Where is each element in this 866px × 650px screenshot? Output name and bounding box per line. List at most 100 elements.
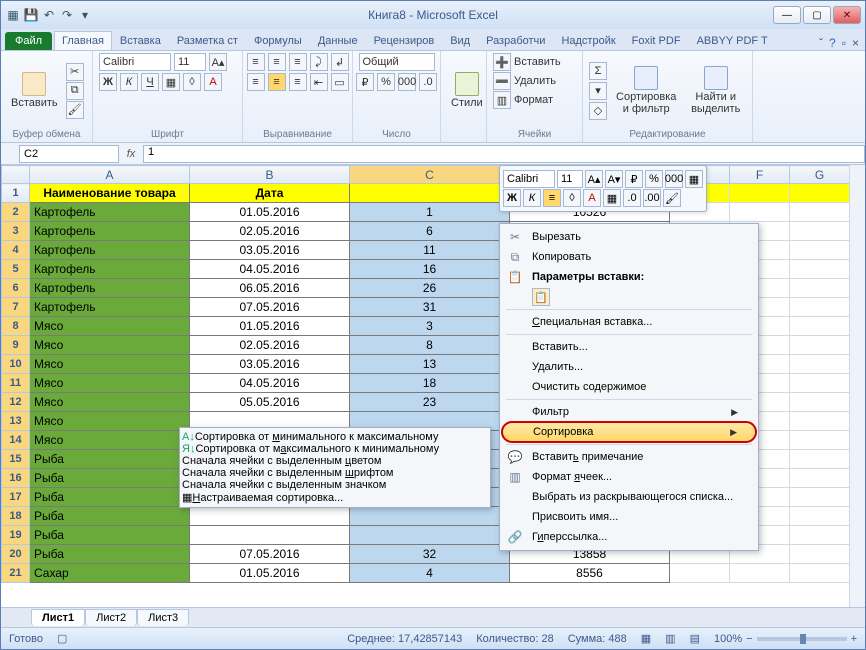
cell[interactable]: 26 — [350, 279, 510, 298]
ctx-pick-from-list[interactable]: Выбрать из раскрывающегося списка... — [502, 487, 756, 507]
number-format-combo[interactable]: Общий — [359, 53, 435, 71]
cell[interactable] — [790, 564, 850, 583]
cell[interactable]: Рыба — [30, 507, 190, 526]
cell[interactable]: 18 — [350, 374, 510, 393]
ctx-paste-special[interactable]: Специальная вставка... — [502, 312, 756, 332]
mini-font-combo[interactable]: Calibri — [503, 170, 555, 188]
cell[interactable] — [730, 564, 790, 583]
sheet-tab[interactable]: Лист2 — [85, 609, 137, 626]
ribbon-tab[interactable]: Рецензиров — [366, 31, 443, 50]
cell[interactable]: Сахар — [30, 564, 190, 583]
mini-percent-icon[interactable]: % — [645, 170, 663, 188]
sort-desc[interactable]: Я↓Сортировка от максимального к минималь… — [182, 443, 488, 455]
indent-dec-icon[interactable]: ⇤ — [310, 73, 328, 91]
cell[interactable]: Мясо — [30, 374, 190, 393]
cell[interactable]: Картофель — [30, 222, 190, 241]
row-header[interactable]: 16 — [2, 469, 30, 488]
ctx-paste-option[interactable]: 📋 — [502, 287, 756, 307]
merge-icon[interactable]: ▭ — [331, 73, 349, 91]
row-header[interactable]: 12 — [2, 393, 30, 412]
sort-filter-button[interactable]: Сортировка и фильтр — [611, 64, 681, 117]
sort-by-color[interactable]: Сначала ячейки с выделенным цветом — [182, 455, 488, 467]
paste-button[interactable]: Вставить — [7, 70, 62, 111]
row-header[interactable]: 6 — [2, 279, 30, 298]
cell[interactable]: 8556 — [510, 564, 670, 583]
cell[interactable] — [790, 431, 850, 450]
sort-custom[interactable]: ▦Настраиваемая сортировка... — [182, 491, 488, 504]
cell[interactable]: 04.05.2016 — [190, 260, 350, 279]
qat-more-icon[interactable]: ▾ — [77, 7, 93, 23]
sort-by-icon[interactable]: Сначала ячейки с выделенным значком — [182, 479, 488, 491]
ctx-define-name[interactable]: Присвоить имя... — [502, 507, 756, 527]
delete-cells-button[interactable]: ➖Удалить — [493, 72, 556, 90]
cell[interactable] — [350, 507, 510, 526]
cell[interactable] — [790, 279, 850, 298]
cell[interactable] — [790, 545, 850, 564]
row-header[interactable]: 3 — [2, 222, 30, 241]
cell[interactable]: Картофель — [30, 298, 190, 317]
column-header[interactable]: A — [30, 166, 190, 184]
cell[interactable]: 6 — [350, 222, 510, 241]
row-header[interactable]: 13 — [2, 412, 30, 431]
align-center-icon[interactable]: ≡ — [268, 73, 286, 91]
row-header[interactable]: 2 — [2, 203, 30, 222]
row-header[interactable]: 17 — [2, 488, 30, 507]
ribbon-tab[interactable]: Разработчи — [478, 31, 553, 50]
font-name-combo[interactable]: Calibri — [99, 53, 171, 71]
save-icon[interactable]: 💾 — [23, 7, 39, 23]
cell[interactable]: Мясо — [30, 317, 190, 336]
cell[interactable]: Рыба — [30, 526, 190, 545]
align-left-icon[interactable]: ≡ — [247, 73, 265, 91]
font-size-combo[interactable]: 11 — [174, 53, 206, 71]
fill-icon[interactable]: ▾ — [589, 82, 607, 100]
column-header[interactable]: B — [190, 166, 350, 184]
styles-button[interactable]: Стили — [447, 70, 487, 111]
mini-fontcolor-icon[interactable]: A — [583, 189, 601, 207]
align-mid-icon[interactable]: ≡ — [268, 53, 286, 71]
clear-icon[interactable]: ◇ — [589, 102, 607, 120]
cell[interactable]: 01.05.2016 — [190, 564, 350, 583]
currency-icon[interactable]: ₽ — [356, 73, 374, 91]
maximize-button[interactable]: ▢ — [803, 6, 831, 24]
mini-currency-icon[interactable]: ₽ — [625, 170, 643, 188]
cell[interactable]: Мясо — [30, 393, 190, 412]
row-header[interactable]: 14 — [2, 431, 30, 450]
ribbon-tab[interactable]: Главная — [54, 31, 112, 50]
cell[interactable]: 03.05.2016 — [190, 355, 350, 374]
underline-icon[interactable]: Ч — [141, 73, 159, 91]
cell[interactable] — [790, 184, 850, 203]
cell[interactable]: 05.05.2016 — [190, 393, 350, 412]
font-color-icon[interactable]: A — [204, 73, 222, 91]
ribbon-tab[interactable]: ABBYY PDF T — [689, 31, 776, 50]
fx-icon[interactable]: fx — [119, 148, 143, 160]
sort-by-font[interactable]: Сначала ячейки с выделенным шрифтом — [182, 467, 488, 479]
row-header[interactable]: 21 — [2, 564, 30, 583]
row-header[interactable]: 20 — [2, 545, 30, 564]
cell[interactable] — [790, 526, 850, 545]
row-header[interactable]: 5 — [2, 260, 30, 279]
cell[interactable] — [730, 203, 790, 222]
redo-icon[interactable]: ↷ — [59, 7, 75, 23]
macro-record-icon[interactable]: ▢ — [57, 632, 67, 645]
wrap-icon[interactable]: ↲ — [331, 53, 349, 71]
mdi-close-icon[interactable]: × — [852, 36, 859, 50]
cell[interactable] — [350, 526, 510, 545]
align-bot-icon[interactable]: ≡ — [289, 53, 307, 71]
mini-center-icon[interactable]: ≡ — [543, 189, 561, 207]
ribbon-tab[interactable]: Надстройк — [553, 31, 623, 50]
cell[interactable]: 3 — [350, 317, 510, 336]
ribbon-tab[interactable]: Foxit PDF — [624, 31, 689, 50]
cell[interactable] — [790, 450, 850, 469]
ctx-copy[interactable]: ⧉Копировать — [502, 247, 756, 267]
sheet-tab[interactable]: Лист3 — [137, 609, 189, 626]
cell[interactable] — [790, 336, 850, 355]
cell[interactable]: 01.05.2016 — [190, 203, 350, 222]
row-header[interactable]: 15 — [2, 450, 30, 469]
grow-font-icon[interactable]: A▴ — [209, 53, 227, 71]
ribbon-tab[interactable]: Данные — [310, 31, 366, 50]
ribbon-tab[interactable]: Вид — [442, 31, 478, 50]
mini-painter-icon[interactable]: 🖌 — [663, 189, 681, 207]
cell[interactable]: 06.05.2016 — [190, 279, 350, 298]
ctx-insert-comment[interactable]: 💬Вставить примечание — [502, 447, 756, 467]
cell[interactable]: 8 — [350, 336, 510, 355]
